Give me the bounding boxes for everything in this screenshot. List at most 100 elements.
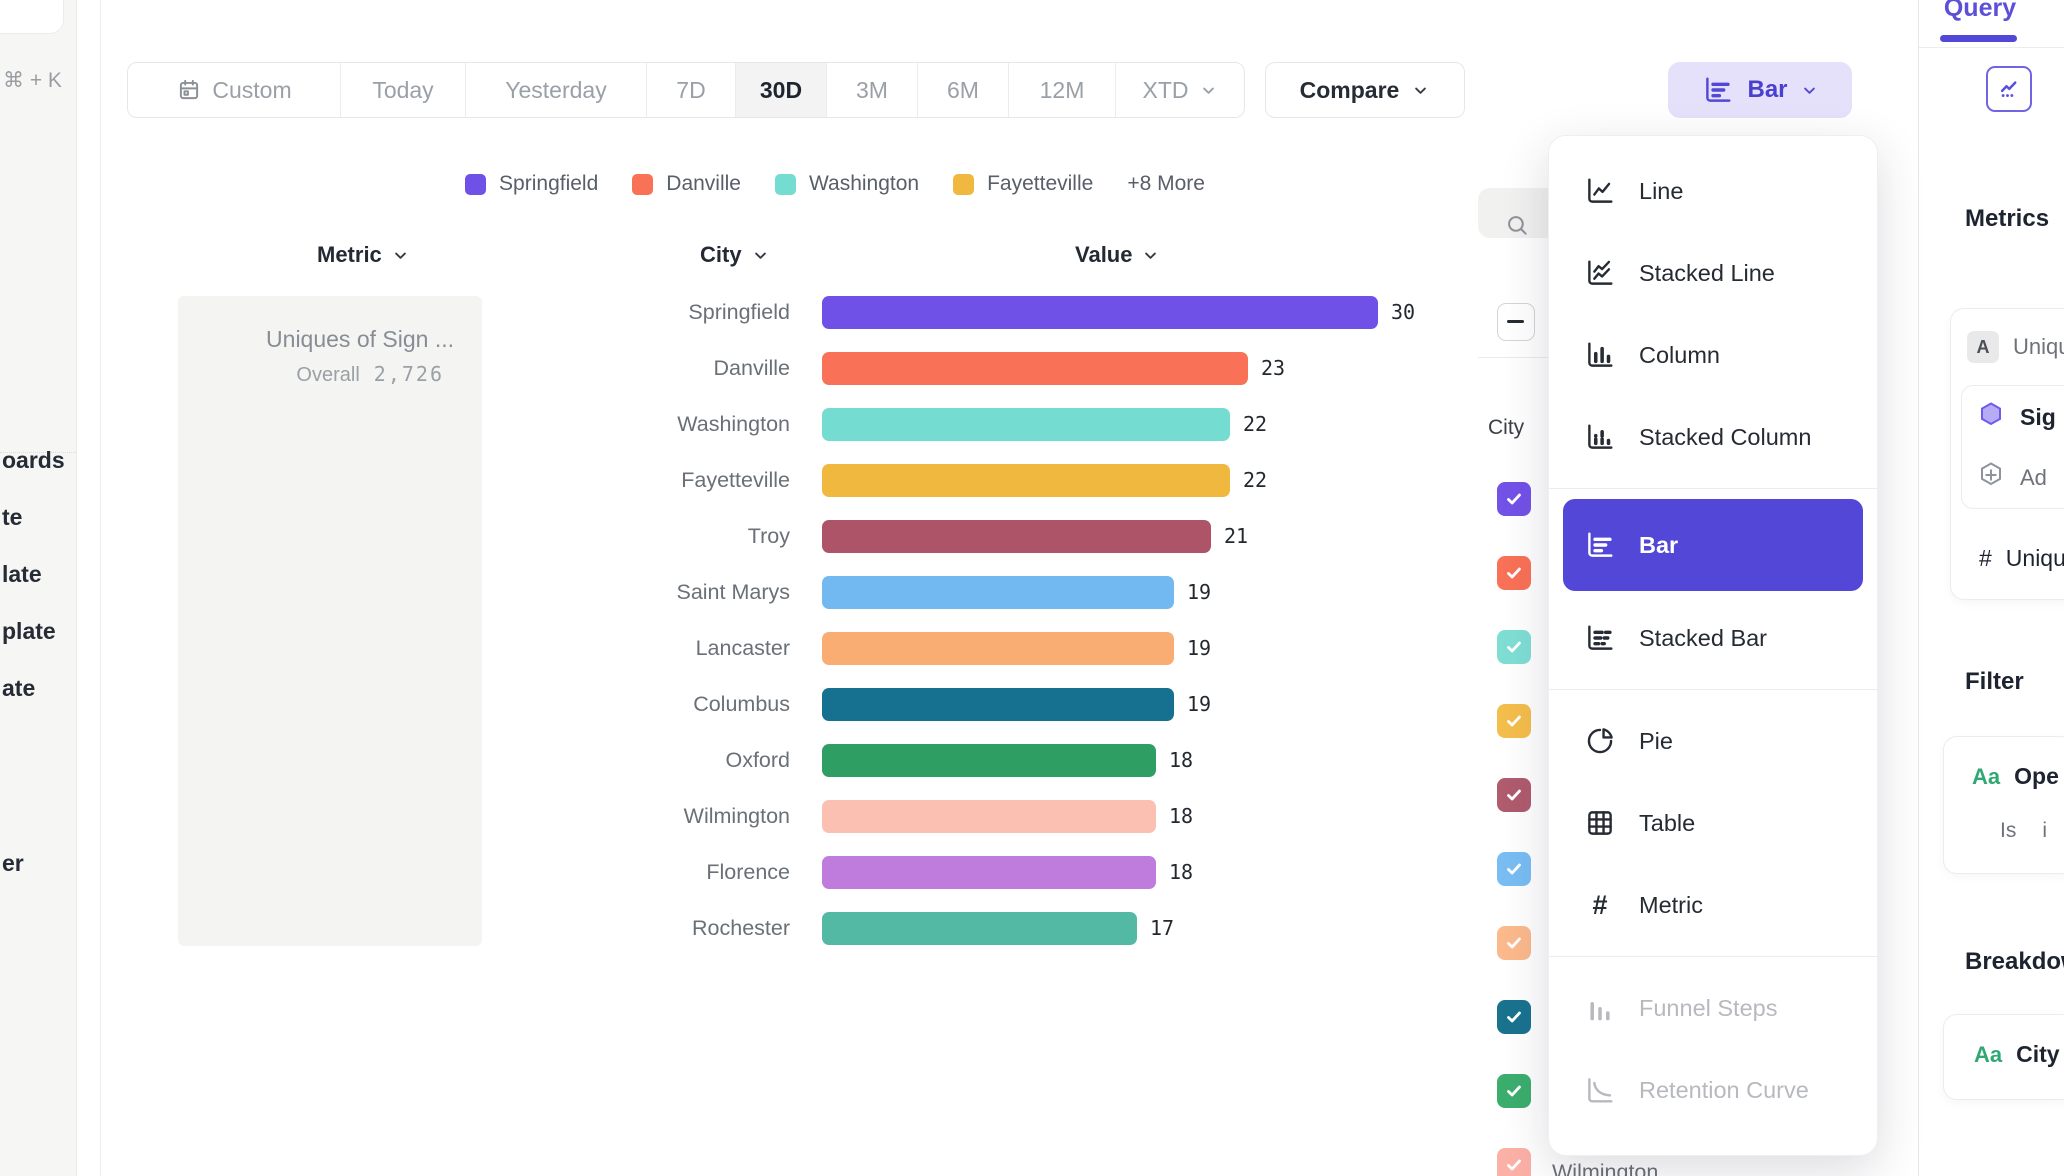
right-panel-divider	[1918, 0, 1919, 1176]
menu-item-column[interactable]: Column	[1549, 314, 1877, 396]
column-header-metric[interactable]: Metric	[317, 242, 410, 268]
bar[interactable]	[822, 296, 1378, 329]
metric-formula-row[interactable]: A Uniqu	[1967, 331, 2064, 363]
range-today[interactable]: Today	[340, 63, 465, 117]
stacked-line-chart-icon	[1583, 256, 1617, 290]
range-30d[interactable]: 30D	[735, 63, 826, 117]
legend-swatch	[632, 174, 653, 195]
column-header-value[interactable]: Value	[1075, 242, 1160, 268]
range-7d[interactable]: 7D	[646, 63, 735, 117]
city-label: Lancaster	[130, 636, 790, 661]
sidebar-item[interactable]: oards	[2, 447, 65, 474]
range-custom[interactable]: Custom	[128, 63, 340, 117]
series-checkbox[interactable]	[1497, 778, 1531, 812]
series-row-label: Wilmington	[1552, 1160, 1658, 1176]
legend-item[interactable]: Washington	[775, 172, 919, 196]
bar-value: 19	[1187, 636, 1211, 660]
range-12m[interactable]: 12M	[1008, 63, 1115, 117]
sidebar-item[interactable]: late	[2, 561, 42, 588]
legend-more[interactable]: +8 More	[1127, 172, 1205, 196]
chart-row: Washington22	[130, 396, 1475, 452]
series-checkbox[interactable]	[1497, 926, 1531, 960]
count-row[interactable]: # Uniqu	[1979, 545, 2064, 572]
series-checkbox[interactable]	[1497, 482, 1531, 516]
series-checkbox[interactable]	[1497, 1148, 1531, 1176]
series-checkbox[interactable]	[1497, 556, 1531, 590]
menu-item-stacked-line[interactable]: Stacked Line	[1549, 232, 1877, 314]
tab-query[interactable]: Query	[1940, 0, 2020, 23]
bar-chart-icon	[1583, 528, 1617, 562]
chevron-down-icon	[1199, 81, 1218, 100]
sidebar-item[interactable]: plate	[2, 618, 56, 645]
range-xtd[interactable]: XTD	[1115, 63, 1244, 117]
city-label: Danville	[130, 356, 790, 381]
menu-divider	[1549, 488, 1877, 489]
range-6m[interactable]: 6M	[917, 63, 1008, 117]
bar[interactable]	[822, 800, 1156, 833]
chevron-down-icon	[1411, 81, 1430, 100]
sidebar-item[interactable]: te	[2, 504, 22, 531]
menu-item-table[interactable]: Table	[1549, 782, 1877, 864]
breakdown-heading: Breakdown	[1965, 948, 2064, 976]
right-panel-top-divider	[1919, 47, 2064, 48]
sidebar-search-card[interactable]	[0, 0, 64, 34]
bar[interactable]	[822, 744, 1156, 777]
legend-item[interactable]: Springfield	[465, 172, 598, 196]
legend-item[interactable]: Fayetteville	[953, 172, 1093, 196]
event-row[interactable]: Sig	[1976, 400, 2056, 435]
menu-item-stacked-bar[interactable]: Stacked Bar	[1549, 597, 1877, 679]
chart-row: Columbus19	[130, 676, 1475, 732]
bar[interactable]	[822, 352, 1248, 385]
chart-row: Fayetteville22	[130, 452, 1475, 508]
formula-a-badge: A	[1967, 331, 1999, 363]
menu-item-bar[interactable]: Bar	[1563, 499, 1863, 591]
bar[interactable]	[822, 464, 1230, 497]
series-checkbox[interactable]	[1497, 630, 1531, 664]
menu-item-pie[interactable]: Pie	[1549, 700, 1877, 782]
chart-row: Florence 18	[130, 844, 1475, 900]
filter-heading: Filter	[1965, 668, 2024, 696]
series-checkbox[interactable]	[1497, 852, 1531, 886]
bar-value: 18	[1169, 860, 1193, 884]
city-label: Florence	[130, 860, 790, 885]
city-label: Washington	[130, 412, 790, 437]
bar[interactable]	[822, 856, 1156, 889]
series-checkbox[interactable]	[1497, 1000, 1531, 1034]
column-header-city[interactable]: City	[700, 242, 770, 268]
bar[interactable]	[822, 912, 1137, 945]
menu-item-metric[interactable]: #Metric	[1549, 864, 1877, 946]
analytics-dashboard: ⌘ + K oardstelateplateateer CustomTodayY…	[0, 0, 2064, 1176]
menu-item-stacked-column[interactable]: Stacked Column	[1549, 396, 1877, 478]
bar[interactable]	[822, 408, 1230, 441]
chart-row: Springfield30	[130, 284, 1475, 340]
series-checkbox[interactable]	[1497, 1074, 1531, 1108]
bar[interactable]	[822, 520, 1211, 553]
breakdown-row[interactable]: Aa City	[1974, 1041, 2060, 1068]
menu-item-line[interactable]: Line	[1549, 150, 1877, 232]
event-hexagon-icon	[1976, 400, 2006, 435]
chart-row: Rochester17	[130, 900, 1475, 956]
left-sidebar: ⌘ + K oardstelateplateateer	[0, 0, 77, 1176]
bar[interactable]	[822, 576, 1174, 609]
bar[interactable]	[822, 632, 1174, 665]
chart-type-label: Bar	[1747, 76, 1787, 104]
select-all-checkbox[interactable]	[1497, 303, 1535, 341]
series-checkbox[interactable]	[1497, 704, 1531, 738]
retention-icon	[1583, 1073, 1617, 1107]
add-event-row[interactable]: Ad	[1976, 460, 2047, 495]
insights-chart-icon[interactable]	[1986, 66, 2032, 112]
legend-item[interactable]: Danville	[632, 172, 741, 196]
line-chart-icon	[1583, 174, 1617, 208]
range-yesterday[interactable]: Yesterday	[465, 63, 646, 117]
sidebar-item[interactable]: ate	[2, 675, 35, 702]
range-3m[interactable]: 3M	[826, 63, 917, 117]
sidebar-item[interactable]: er	[2, 850, 24, 877]
chart-type-button[interactable]: Bar	[1668, 62, 1852, 118]
filter-operator-row[interactable]: Is i	[2000, 819, 2047, 843]
compare-button[interactable]: Compare	[1265, 62, 1465, 118]
string-type-icon: Aa	[1974, 1042, 2002, 1068]
chart-row: Lancaster 19	[130, 620, 1475, 676]
stacked-bar-chart-icon	[1583, 621, 1617, 655]
bar[interactable]	[822, 688, 1174, 721]
filter-property-row[interactable]: Aa Ope	[1972, 763, 2059, 790]
